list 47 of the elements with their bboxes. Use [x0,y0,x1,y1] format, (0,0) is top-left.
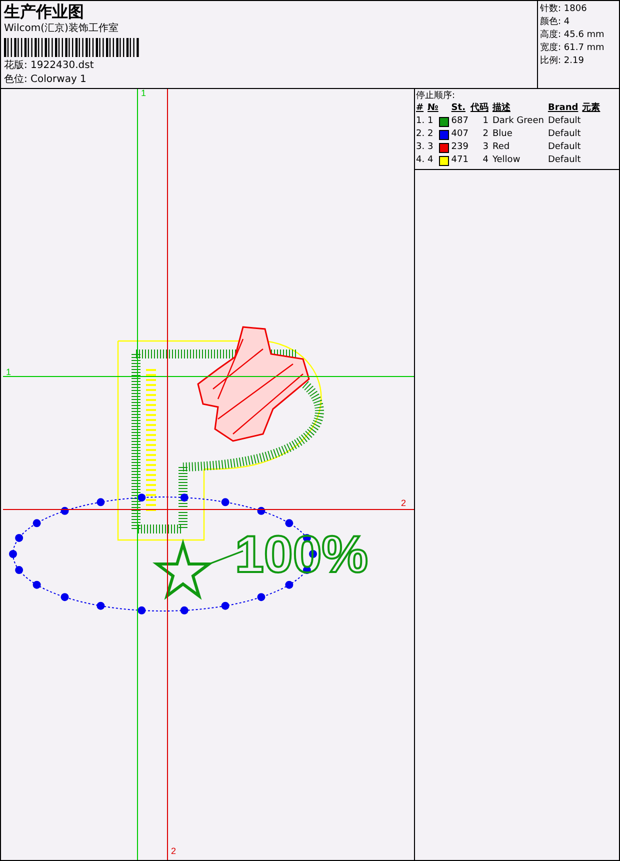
design-stat: 比例: 2.19 [540,55,585,68]
column-header: # [416,102,428,115]
design-stat: 宽度: 61.7 mm [540,42,606,55]
guide-label: 1 [6,368,12,377]
table-cell-text: Default [548,128,582,141]
table-cell-text: 3 [482,141,490,154]
table-cell-text: Default [548,141,582,154]
table-cell: 4 [470,154,492,167]
column-header: 描述 [492,102,548,115]
table-cell-text: Dark Green [492,115,545,128]
design-stat: 针数: 1806 [540,3,588,16]
table-cell-text: Default [548,115,582,128]
company-name: Wilcom(汇京)装饰工作室 [4,22,120,36]
table-cell: 4 [428,154,434,167]
column-header: № [428,102,452,115]
table-cell: 3 [428,141,434,154]
guide-label: 1 [141,89,146,98]
table-cell: 4. [416,154,428,167]
column-header: Brand [548,102,582,115]
table-cell-text: 239 [451,141,470,154]
table-cell-text: 1. [416,115,426,128]
table-cell: 1 [428,115,434,128]
table-cell-text: 1 [482,115,490,128]
guide-label: 2 [401,499,406,508]
table-cell-text: 471 [451,154,470,167]
table-cell-text: Yellow [492,154,522,167]
design-stat: 高度: 45.6 mm [540,29,606,42]
table-cell-text: Red [492,141,511,154]
table-cell: 2 [428,128,434,141]
table-cell-text: 687 [451,115,470,128]
barcode-icon [4,38,142,57]
design-file-label: 花版: 1922430.dst [4,59,95,73]
table-cell-text: Default [548,154,582,167]
column-header: 元素 [582,102,602,115]
table-title: 停止顺序: [416,90,456,102]
table-cell-text: 3. [416,141,426,154]
sheet-title: 生产作业图 [4,2,85,22]
table-cell-text: 2 [482,128,490,141]
design-text: 100% [235,529,368,581]
colorway-label: 色位: Colorway 1 [4,73,88,87]
design-stat: 颜色: 4 [540,16,571,29]
table-cell-text: 407 [451,128,470,141]
table-cell-text: 2. [416,128,426,141]
column-header: St. [451,102,470,115]
table-cell-text: Blue [492,128,514,141]
column-header: 代码 [470,102,492,115]
guide-label: 2 [171,847,176,856]
